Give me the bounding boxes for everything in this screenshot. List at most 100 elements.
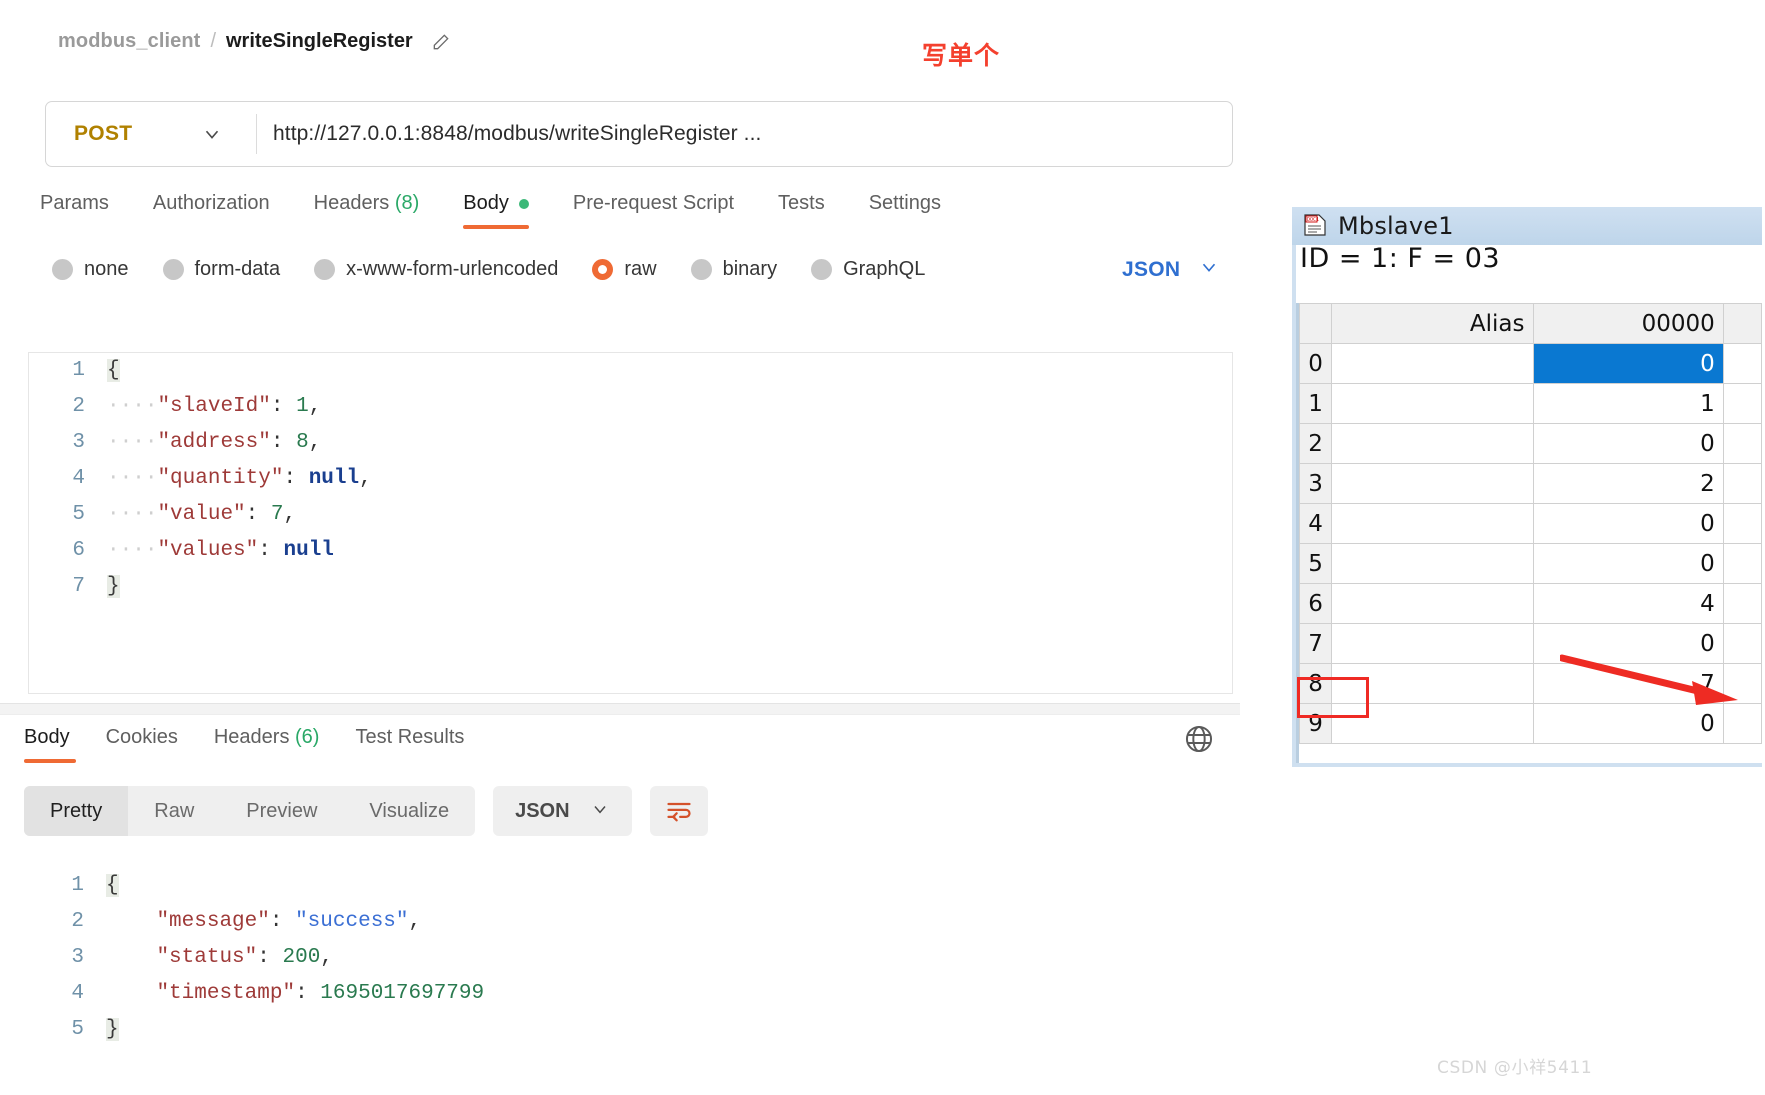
row-alias[interactable]: [1331, 423, 1534, 464]
code-text[interactable]: {: [106, 868, 119, 904]
code-text[interactable]: "message": "success",: [106, 904, 421, 940]
request-tab-settings[interactable]: Settings: [847, 192, 963, 229]
row-value[interactable]: 0: [1532, 543, 1724, 584]
row-value[interactable]: 0: [1532, 343, 1724, 384]
request-tab-tests[interactable]: Tests: [756, 192, 847, 229]
radio-icon[interactable]: [690, 259, 712, 280]
request-tab-pre-request-script[interactable]: Pre-request Script: [551, 192, 756, 229]
row-value[interactable]: 0: [1532, 703, 1724, 744]
response-tab-cookies[interactable]: Cookies: [88, 726, 196, 763]
table-row[interactable]: 90: [1298, 703, 1763, 744]
row-value[interactable]: 0: [1532, 623, 1724, 664]
column-header-2[interactable]: 00000: [1532, 303, 1724, 344]
table-row[interactable]: 00: [1298, 343, 1763, 384]
body-type-label: x-www-form-urlencoded: [346, 258, 559, 280]
code-text[interactable]: {: [107, 353, 120, 389]
request-tab-headers[interactable]: Headers (8): [292, 192, 442, 229]
row-alias[interactable]: [1331, 663, 1534, 704]
row-value[interactable]: 0: [1532, 503, 1724, 544]
breadcrumb-collection[interactable]: modbus_client: [58, 30, 200, 53]
mbslave-register-grid[interactable]: Alias 00000 00112032405064708790: [1296, 303, 1763, 763]
column-header-0[interactable]: [1298, 303, 1333, 344]
radio-icon[interactable]: [314, 259, 336, 280]
table-row[interactable]: 64: [1298, 583, 1763, 624]
response-tab-headers[interactable]: Headers (6): [196, 726, 338, 763]
code-text[interactable]: "timestamp": 1695017697799: [106, 976, 484, 1012]
table-row[interactable]: 87: [1298, 663, 1763, 704]
line-number: 4: [72, 467, 85, 490]
url-input[interactable]: http://127.0.0.1:8848/modbus/writeSingle…: [273, 122, 762, 146]
code-text[interactable]: }: [107, 569, 120, 605]
row-index: 3: [1298, 463, 1333, 504]
body-type-binary[interactable]: binary: [690, 258, 777, 281]
postman-request-pane: modbus_client / writeSingleRegister 写单个 …: [0, 0, 1240, 1095]
table-row[interactable]: 50: [1298, 543, 1763, 584]
request-tab-params[interactable]: Params: [40, 192, 131, 229]
body-type-label: form-data: [194, 258, 281, 280]
radio-icon[interactable]: [162, 259, 184, 280]
radio-icon[interactable]: [592, 259, 614, 280]
response-tab-body[interactable]: Body: [24, 726, 88, 763]
breadcrumb-request-name[interactable]: writeSingleRegister: [226, 30, 413, 53]
response-tab-test-results[interactable]: Test Results: [337, 726, 482, 763]
body-format-selector[interactable]: JSON: [1122, 256, 1220, 283]
code-text[interactable]: "status": 200,: [106, 940, 332, 976]
row-alias[interactable]: [1331, 343, 1534, 384]
row-value[interactable]: 2: [1532, 463, 1724, 504]
code-text[interactable]: }: [106, 1012, 119, 1048]
body-type-form-data[interactable]: form-data: [162, 258, 281, 281]
request-tabs: Params Authorization Headers (8) Body Pre-re…: [40, 192, 963, 229]
response-format-selector[interactable]: JSON: [493, 786, 632, 836]
row-value[interactable]: 4: [1532, 583, 1724, 624]
row-alias[interactable]: [1331, 463, 1534, 504]
row-alias[interactable]: [1331, 583, 1534, 624]
radio-icon[interactable]: [52, 259, 73, 280]
pencil-icon[interactable]: [431, 32, 451, 52]
row-value[interactable]: 0: [1532, 423, 1724, 464]
row-alias[interactable]: [1331, 503, 1534, 544]
request-body-editor[interactable]: 1{2 ····"slaveId": 1, 3 ····"address": 8, 4 ·…: [28, 352, 1233, 694]
line-number: 6: [72, 539, 85, 562]
response-view-visualize[interactable]: Visualize: [343, 786, 475, 836]
response-view-segment-group: Pretty Raw Preview Visualize: [24, 786, 476, 836]
response-view-raw[interactable]: Raw: [128, 786, 220, 836]
response-body-viewer[interactable]: 1{2 "message": "success", 3 "status": 200…: [28, 868, 1233, 1068]
word-wrap-icon[interactable]: [649, 786, 708, 836]
http-method-selector[interactable]: POST: [46, 122, 192, 146]
mbslave-titlebar[interactable]: DOC1 Mbslave1: [1292, 207, 1762, 245]
row-alias[interactable]: [1331, 623, 1534, 664]
response-view-preview[interactable]: Preview: [220, 786, 343, 836]
response-view-pretty[interactable]: Pretty: [24, 786, 129, 836]
radio-icon[interactable]: [811, 259, 833, 280]
row-pad: [1722, 463, 1763, 504]
row-value[interactable]: 1: [1532, 383, 1724, 424]
table-row[interactable]: 40: [1298, 503, 1763, 544]
request-tab-body[interactable]: Body: [441, 192, 551, 229]
code-line: 4 "timestamp": 1695017697799: [28, 976, 1233, 1012]
row-alias[interactable]: [1331, 543, 1534, 584]
column-header-1[interactable]: Alias: [1331, 303, 1534, 344]
body-type-x-www-form-urlencoded[interactable]: x-www-form-urlencoded: [314, 258, 558, 281]
table-row[interactable]: 20: [1298, 423, 1763, 464]
code-text[interactable]: ····"quantity": null,: [107, 461, 372, 497]
pane-splitter[interactable]: [0, 703, 1240, 715]
code-text[interactable]: ····"value": 7,: [107, 497, 296, 533]
row-alias[interactable]: [1331, 703, 1534, 744]
body-type-raw[interactable]: raw: [592, 258, 657, 281]
code-text[interactable]: ····"values": null: [107, 533, 334, 569]
body-type-graphql[interactable]: GraphQL: [811, 258, 925, 281]
table-row[interactable]: 32: [1298, 463, 1763, 504]
request-tab-authorization[interactable]: Authorization: [131, 192, 292, 229]
chevron-down-icon[interactable]: [192, 123, 232, 145]
breadcrumb-separator: /: [210, 30, 216, 52]
code-text[interactable]: ····"address": 8,: [107, 425, 321, 461]
globe-icon[interactable]: [1182, 722, 1216, 756]
body-type-none[interactable]: none: [52, 258, 129, 281]
table-row[interactable]: 70: [1298, 623, 1763, 664]
mbslave-status-text: ID = 1: F = 03: [1300, 243, 1501, 274]
code-line: 5}: [28, 1012, 1233, 1048]
row-alias[interactable]: [1331, 383, 1534, 424]
row-value[interactable]: 7: [1532, 663, 1724, 704]
table-row[interactable]: 11: [1298, 383, 1763, 424]
code-text[interactable]: ····"slaveId": 1,: [107, 389, 321, 425]
